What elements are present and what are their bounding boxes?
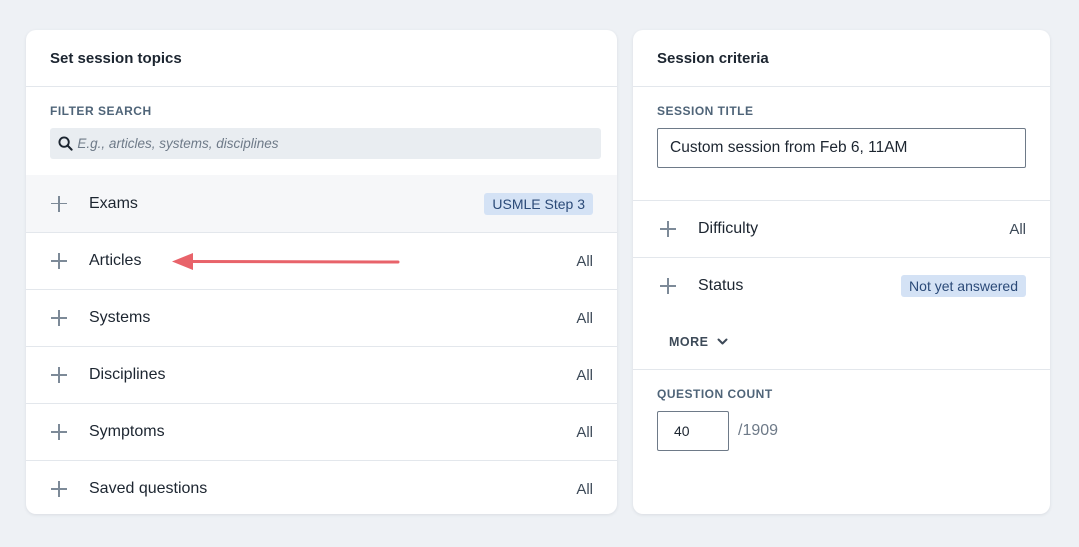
- criteria-label: Difficulty: [698, 220, 759, 237]
- search-input[interactable]: [77, 136, 593, 151]
- topic-row-disciplines[interactable]: Disciplines All: [26, 346, 617, 403]
- criteria-row-difficulty[interactable]: Difficulty All: [633, 200, 1050, 257]
- plus-icon[interactable]: [50, 423, 68, 441]
- session-title-input[interactable]: [657, 128, 1026, 168]
- topic-value: All: [576, 480, 593, 498]
- more-label: MORE: [669, 334, 709, 349]
- criteria-label: Status: [698, 277, 744, 294]
- topic-value: All: [576, 309, 593, 327]
- panel-title: Set session topics: [26, 30, 617, 87]
- session-criteria-panel: Session criteria SESSION TITLE Difficult…: [633, 30, 1050, 514]
- plus-icon[interactable]: [659, 277, 677, 295]
- plus-icon[interactable]: [50, 252, 68, 270]
- more-row: MORE: [633, 314, 1050, 370]
- question-count-input[interactable]: [657, 411, 729, 451]
- topic-row-systems[interactable]: Systems All: [26, 289, 617, 346]
- session-title-section: SESSION TITLE: [633, 87, 1050, 200]
- plus-icon[interactable]: [50, 366, 68, 384]
- criteria-value: All: [1009, 220, 1026, 238]
- status-badge: Not yet answered: [901, 275, 1026, 297]
- topic-label: Symptoms: [89, 423, 165, 440]
- question-count-section: QUESTION COUNT /1909: [633, 370, 1050, 451]
- panel-title: Session criteria: [633, 30, 1050, 87]
- filter-search-section: FILTER SEARCH: [26, 87, 617, 175]
- question-count-label: QUESTION COUNT: [657, 387, 773, 401]
- topic-label: Disciplines: [89, 366, 166, 383]
- criteria-row-status[interactable]: Status Not yet answered: [633, 257, 1050, 314]
- topic-row-saved-questions[interactable]: Saved questions All: [26, 460, 617, 514]
- search-box[interactable]: [50, 128, 601, 159]
- plus-icon[interactable]: [659, 220, 677, 238]
- topic-row-symptoms[interactable]: Symptoms All: [26, 403, 617, 460]
- plus-icon[interactable]: [50, 195, 68, 213]
- topic-row-exams[interactable]: Exams USMLE Step 3: [26, 175, 617, 232]
- exam-badge: USMLE Step 3: [484, 192, 593, 215]
- chevron-down-icon: [717, 338, 728, 346]
- topic-value: All: [576, 423, 593, 441]
- session-title-label: SESSION TITLE: [657, 104, 754, 118]
- red-arrow-annotation: [172, 253, 400, 270]
- search-icon: [58, 136, 73, 152]
- more-button[interactable]: MORE: [669, 335, 728, 349]
- topic-label: Saved questions: [89, 480, 208, 497]
- question-count-total: /1909: [738, 422, 779, 439]
- topic-label: Exams: [89, 194, 138, 212]
- filter-search-label: FILTER SEARCH: [50, 104, 152, 118]
- plus-icon[interactable]: [50, 309, 68, 327]
- topic-label: Systems: [89, 309, 151, 326]
- plus-icon[interactable]: [50, 480, 68, 498]
- topic-value: All: [576, 366, 593, 384]
- topic-value: All: [576, 252, 593, 270]
